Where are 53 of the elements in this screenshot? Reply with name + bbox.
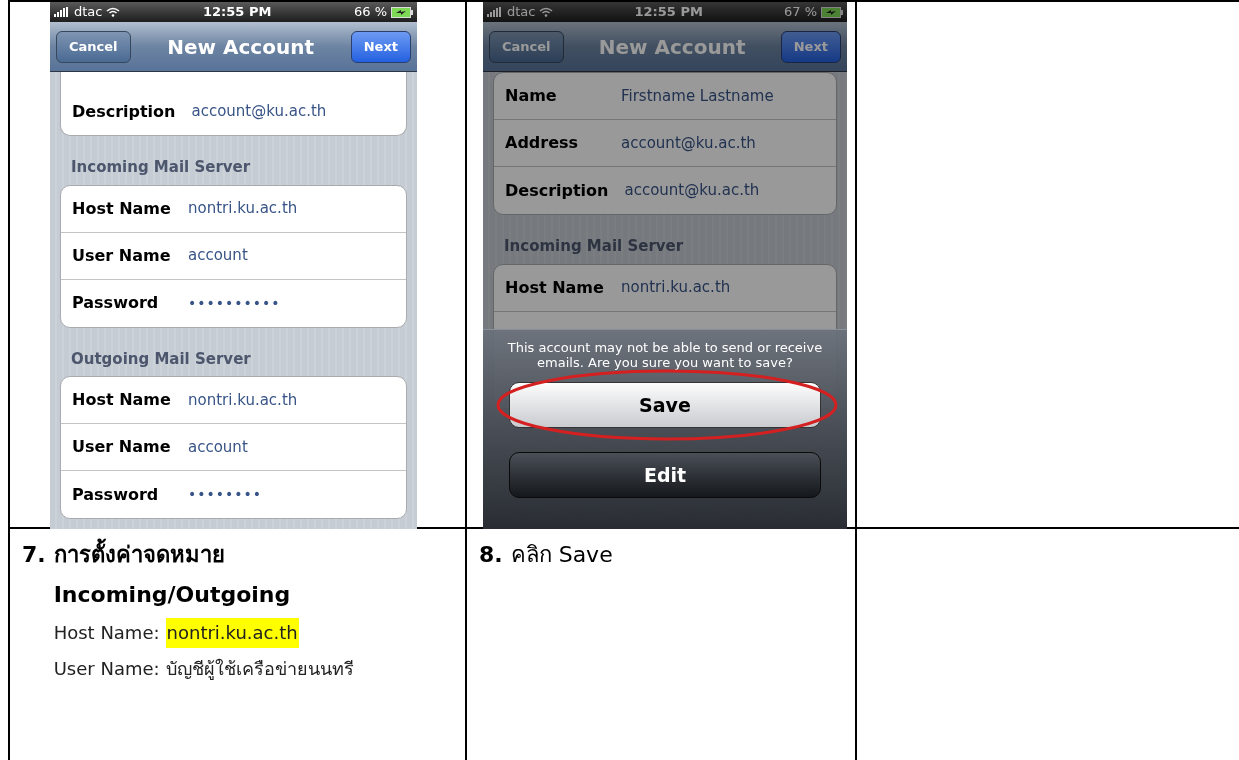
field-value[interactable]: nontri.ku.ac.th [188, 197, 298, 220]
field-value[interactable]: nontri.ku.ac.th [188, 388, 298, 412]
step-number: 8. [479, 541, 503, 569]
battery-charging-icon [821, 6, 843, 18]
navigation-title: New Account [167, 33, 314, 61]
save-button[interactable]: Save [509, 382, 821, 428]
battery-percent: 66 % [353, 3, 387, 22]
password-field[interactable]: •••••••••• [188, 292, 281, 314]
edit-button[interactable]: Edit [509, 452, 821, 498]
status-time: 12:55 PM [203, 3, 272, 22]
field-value[interactable]: account@ku.ac.th [621, 131, 756, 155]
field-value[interactable]: Firstname Lastname [621, 84, 774, 108]
field-value[interactable]: account [188, 244, 248, 267]
step-title: Incoming/Outgoing [53, 581, 292, 609]
step-text: คลิก Save [510, 541, 613, 569]
wifi-icon [539, 7, 554, 17]
field-label: Description [72, 100, 176, 123]
password-field[interactable]: •••••••• [188, 484, 263, 505]
cancel-button[interactable]: Cancel [56, 30, 131, 63]
field-label: Address [505, 132, 580, 154]
field-label: User Name [72, 436, 172, 458]
field-label: Password [72, 292, 160, 314]
field-label: Password [72, 483, 160, 506]
step-title: การตั้งค่าจดหมาย [53, 535, 354, 575]
section-header: Incoming Mail Server [503, 236, 685, 257]
field-label: Host Name [72, 389, 172, 411]
section-header: Outgoing Mail Server [70, 348, 252, 370]
carrier-name: dtac [74, 3, 103, 22]
detail-value: nontri.ku.ac.th [165, 618, 299, 648]
signal-icon [54, 7, 70, 17]
section-header: Incoming Mail Server [70, 157, 252, 178]
status-time: 12:55 PM [634, 3, 703, 22]
signal-icon [487, 7, 503, 17]
detail-label: User Name: [53, 657, 160, 681]
detail-value: บัญชีผู้ใช้เครือข่ายนนทรี [165, 657, 354, 682]
next-button[interactable]: Next [350, 30, 411, 63]
field-label: Name [505, 85, 558, 107]
field-label: Description [505, 179, 609, 202]
field-label: User Name [72, 244, 172, 267]
wifi-icon [106, 7, 121, 17]
carrier-name: dtac [507, 3, 536, 22]
field-label: Host Name [505, 276, 605, 299]
detail-label: Host Name: [53, 621, 160, 645]
battery-percent: 67 % [783, 3, 817, 22]
navigation-title: New Account [598, 33, 746, 61]
battery-charging-icon [391, 6, 413, 18]
alert-message: This account may not be able to send or receive emails. Are you sure you want to save? [506, 340, 824, 370]
field-value[interactable]: account [188, 435, 248, 459]
step-number: 7. [22, 541, 46, 569]
field-value[interactable]: account@ku.ac.th [191, 100, 327, 123]
field-value[interactable]: account@ku.ac.th [624, 179, 760, 202]
field-label: Host Name [72, 197, 172, 220]
field-value[interactable]: nontri.ku.ac.th [621, 276, 731, 299]
